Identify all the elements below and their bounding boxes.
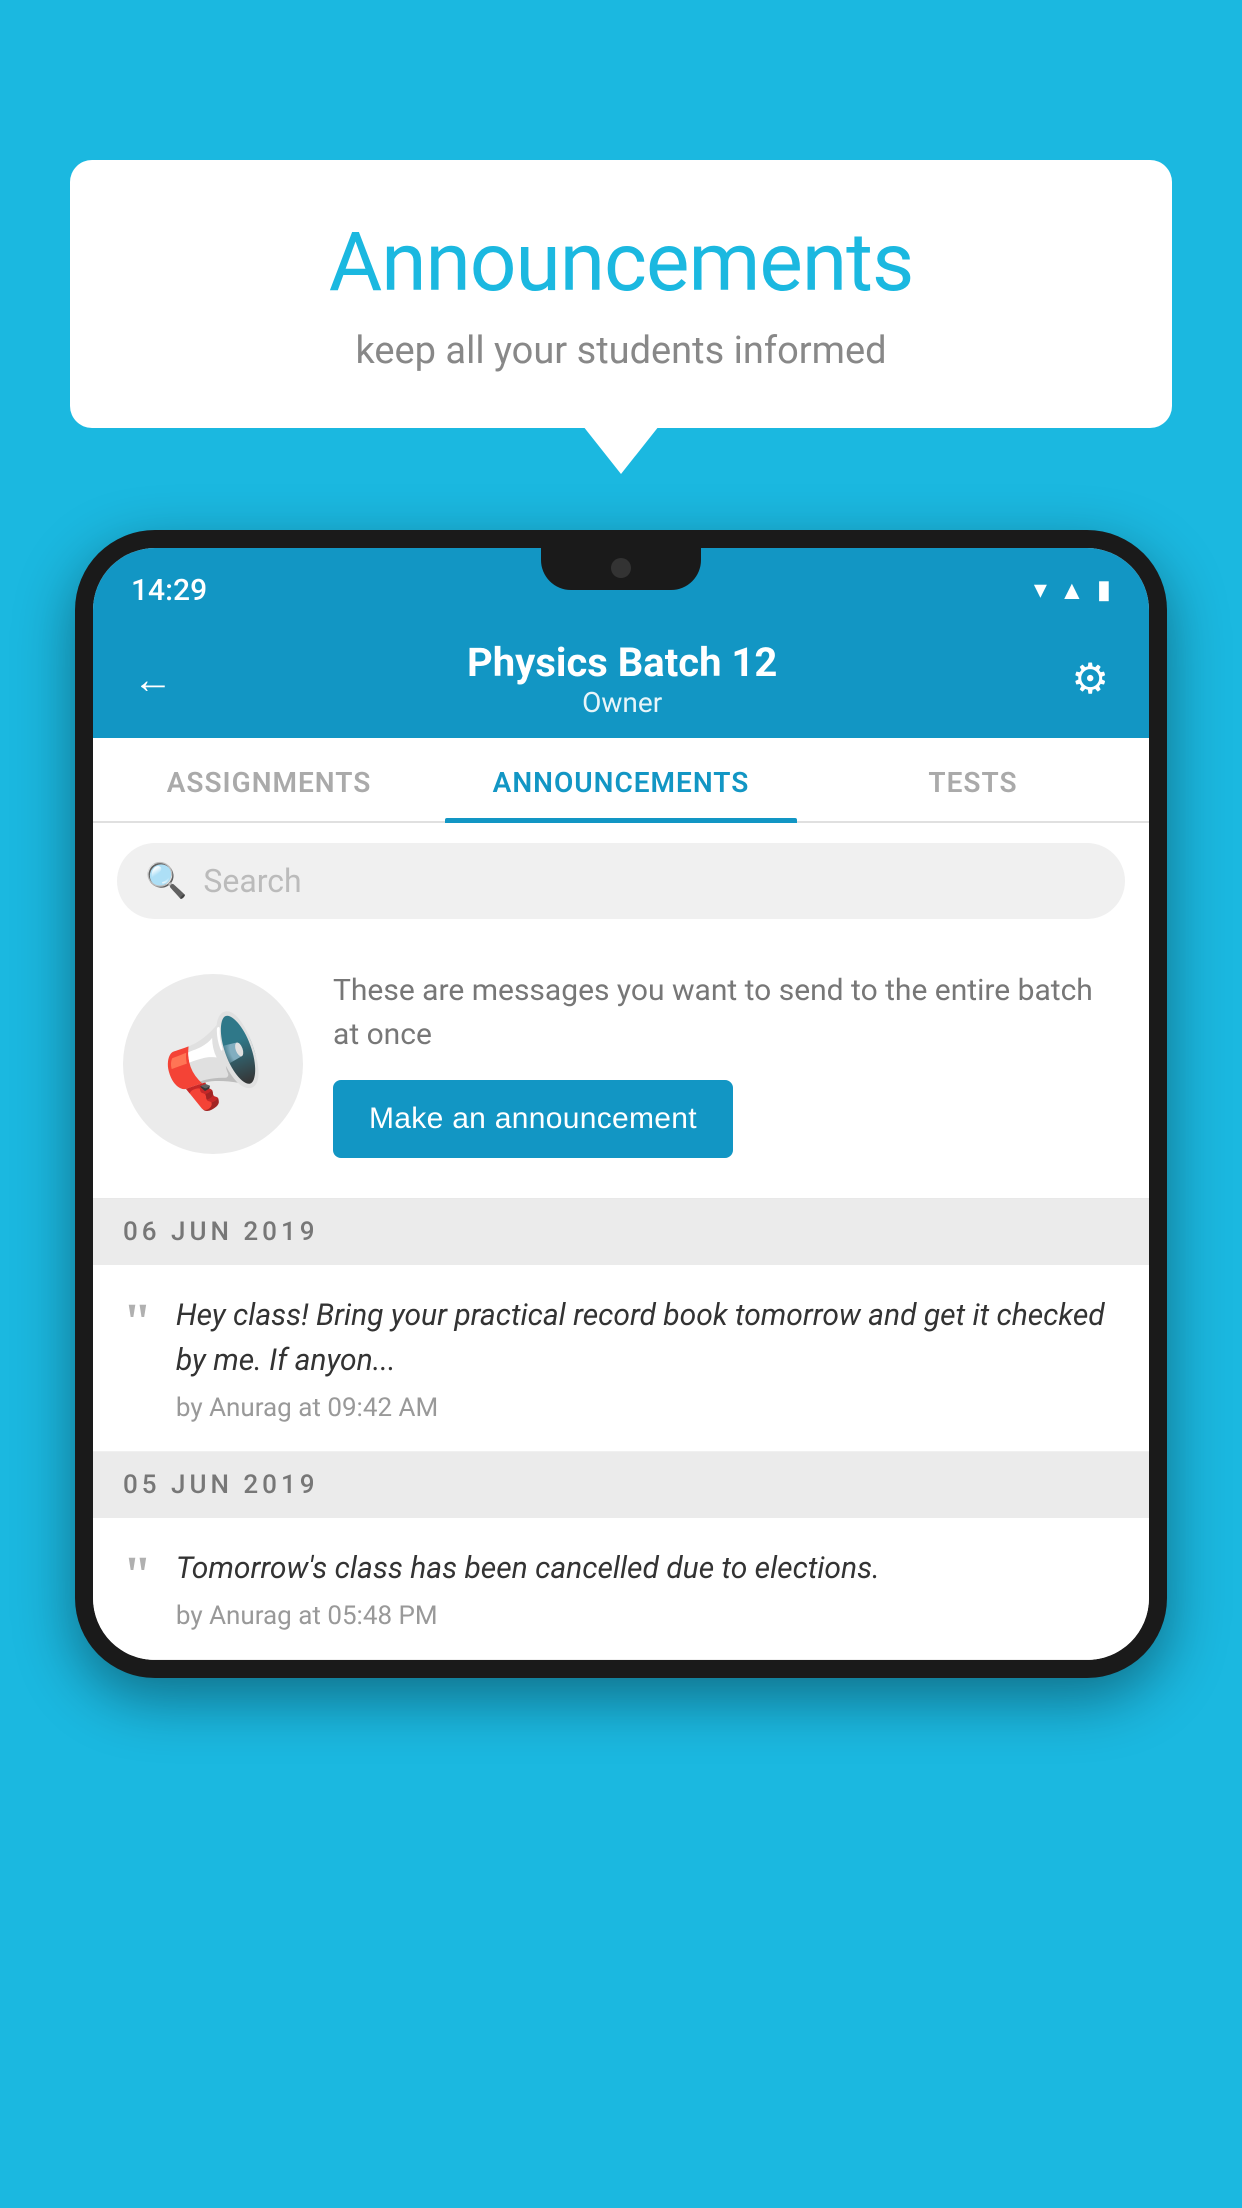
- signal-icon: ▲: [1059, 575, 1085, 606]
- speech-bubble: Announcements keep all your students inf…: [70, 160, 1172, 428]
- status-time: 14:29: [131, 573, 207, 608]
- header-title: Physics Batch 12: [183, 639, 1061, 686]
- battery-icon: ▮: [1097, 575, 1111, 605]
- promo-block: 📢 These are messages you want to send to…: [93, 939, 1149, 1199]
- front-camera: [611, 558, 631, 578]
- announcement-meta-2: by Anurag at 05:48 PM: [176, 1601, 1119, 1631]
- announcement-item-2: " Tomorrow's class has been cancelled du…: [93, 1518, 1149, 1660]
- search-container: 🔍 Search: [93, 823, 1149, 939]
- date-separator-2: 05 JUN 2019: [93, 1452, 1149, 1518]
- announcement-content-2: Tomorrow's class has been cancelled due …: [176, 1546, 1119, 1631]
- settings-icon[interactable]: ⚙: [1061, 644, 1119, 714]
- status-icons: ▾ ▲ ▮: [1034, 575, 1111, 606]
- wifi-icon: ▾: [1034, 575, 1047, 605]
- promo-icon-circle: 📢: [123, 974, 303, 1154]
- header-title-block: Physics Batch 12 Owner: [183, 639, 1061, 719]
- app-header: ← Physics Batch 12 Owner ⚙: [93, 620, 1149, 738]
- header-subtitle: Owner: [183, 686, 1061, 719]
- tab-assignments[interactable]: ASSIGNMENTS: [93, 738, 445, 821]
- tabs-bar: ASSIGNMENTS ANNOUNCEMENTS TESTS: [93, 738, 1149, 823]
- announcement-content-1: Hey class! Bring your practical record b…: [176, 1293, 1119, 1423]
- promo-description: These are messages you want to send to t…: [333, 969, 1119, 1056]
- back-button[interactable]: ←: [123, 646, 183, 713]
- bubble-title: Announcements: [130, 215, 1112, 311]
- search-bar[interactable]: 🔍 Search: [117, 843, 1125, 919]
- phone-device: 14:29 ▾ ▲ ▮ ← Physics Batch 12 Owner ⚙: [75, 530, 1167, 1678]
- quote-icon-2: ": [123, 1550, 152, 1602]
- announcement-item-1: " Hey class! Bring your practical record…: [93, 1265, 1149, 1452]
- phone-notch: [541, 548, 701, 590]
- tab-announcements[interactable]: ANNOUNCEMENTS: [445, 738, 797, 821]
- date-separator-1: 06 JUN 2019: [93, 1199, 1149, 1265]
- announcement-text-1: Hey class! Bring your practical record b…: [176, 1293, 1119, 1383]
- make-announcement-button[interactable]: Make an announcement: [333, 1080, 733, 1158]
- quote-icon-1: ": [123, 1297, 152, 1349]
- search-icon: 🔍: [145, 861, 187, 901]
- megaphone-icon: 📢: [150, 1002, 276, 1124]
- tab-tests[interactable]: TESTS: [797, 738, 1149, 821]
- announcement-meta-1: by Anurag at 09:42 AM: [176, 1393, 1119, 1423]
- announcement-text-2: Tomorrow's class has been cancelled due …: [176, 1546, 1119, 1591]
- speech-bubble-container: Announcements keep all your students inf…: [70, 160, 1172, 428]
- promo-content: These are messages you want to send to t…: [333, 969, 1119, 1158]
- phone-wrapper: 14:29 ▾ ▲ ▮ ← Physics Batch 12 Owner ⚙: [75, 530, 1167, 1678]
- bubble-subtitle: keep all your students informed: [130, 329, 1112, 373]
- search-placeholder: Search: [203, 862, 301, 900]
- phone-screen: 14:29 ▾ ▲ ▮ ← Physics Batch 12 Owner ⚙: [93, 548, 1149, 1660]
